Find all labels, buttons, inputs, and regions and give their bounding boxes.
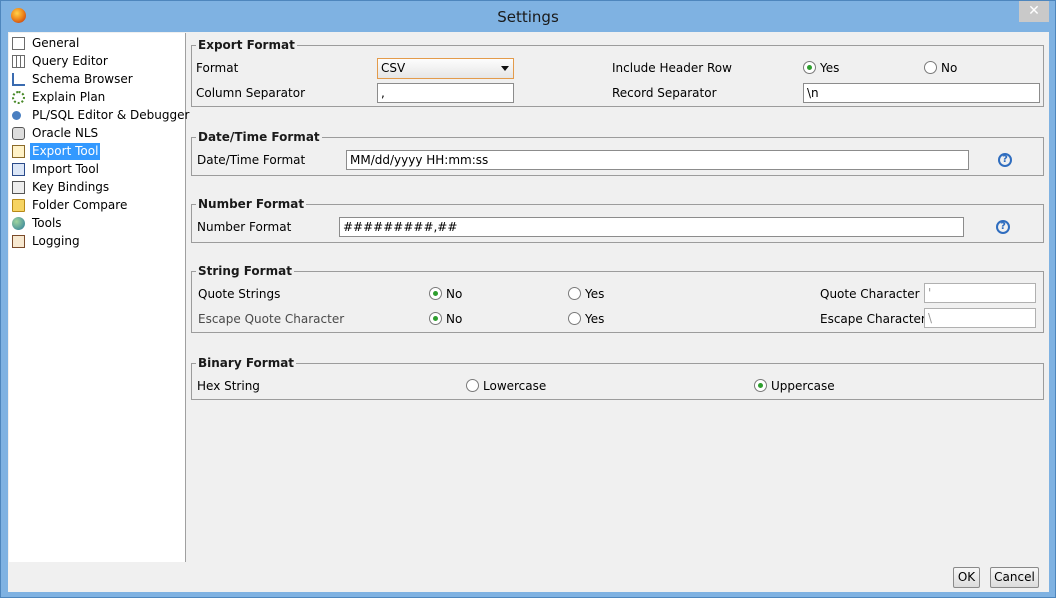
export-format-title: Export Format [196,38,297,52]
header-row-yes-radio[interactable] [803,61,816,74]
quote-strings-yes-label: Yes [585,287,605,301]
format-select[interactable]: CSV [377,58,514,79]
hex-uppercase-label: Uppercase [771,379,835,393]
quote-character-label: Quote Character [820,287,920,301]
escape-character-input[interactable]: \ [924,308,1036,328]
format-label: Format [196,61,239,75]
binary-format-title: Binary Format [196,356,297,370]
column-separator-label: Column Separator [196,86,306,100]
escape-quote-no-radio[interactable] [429,312,442,325]
quote-strings-label: Quote Strings [198,287,281,301]
number-format-input[interactable]: #########,## [339,217,964,237]
quote-strings-no-radio[interactable] [429,287,442,300]
datetime-format-label: Date/Time Format [197,153,306,167]
escape-quote-no-label: No [446,312,463,326]
format-selected-value: CSV [381,61,406,75]
datetime-format-title: Date/Time Format [196,130,322,144]
folder-compare-icon [12,199,25,212]
export-format-group: Export Format Format CSV Include Header … [191,38,1044,107]
chevron-down-icon [501,66,509,71]
number-help-icon[interactable]: ? [996,220,1010,234]
header-row-no-radio[interactable] [924,61,937,74]
number-format-label: Number Format [197,220,292,234]
close-button[interactable]: ✕ [1019,1,1049,22]
dialog-body: General Query Editor Schema Browser Expl… [8,32,1049,592]
import-tool-icon [12,163,25,176]
datetime-format-input[interactable]: MM/dd/yyyy HH:mm:ss [346,150,969,170]
column-separator-input[interactable]: , [377,83,514,103]
string-format-title: String Format [196,264,294,278]
include-header-row-label: Include Header Row [612,61,732,75]
string-format-group: String Format Quote Strings No Yes Quote… [191,264,1044,333]
hex-string-label: Hex String [197,379,260,393]
export-tool-settings-panel: Export Format Format CSV Include Header … [186,32,1049,562]
hex-lowercase-label: Lowercase [483,379,547,393]
logging-icon [12,235,25,248]
quote-character-input[interactable]: ' [924,283,1036,303]
record-separator-label: Record Separator [612,86,717,100]
general-icon [12,37,25,50]
debugger-icon [12,111,21,120]
datetime-help-icon[interactable]: ? [998,153,1012,167]
binary-format-group: Binary Format Hex String Lowercase Upper… [191,356,1044,400]
escape-character-label: Escape Character [820,312,926,326]
quote-strings-no-label: No [446,287,463,301]
query-editor-icon [12,55,25,68]
ok-button[interactable]: OK [953,567,980,588]
header-row-no-label: No [941,61,958,75]
title-bar[interactable]: Settings ✕ [1,1,1055,32]
schema-browser-icon [12,73,25,86]
escape-quote-yes-label: Yes [585,312,605,326]
hex-lowercase-radio[interactable] [466,379,479,392]
explain-plan-icon [12,91,25,104]
escape-quote-character-label: Escape Quote Character [198,312,345,326]
settings-nav-tree: General Query Editor Schema Browser Expl… [9,33,189,562]
window-title: Settings [497,8,559,26]
cancel-button[interactable]: Cancel [990,567,1039,588]
record-separator-input[interactable]: \n [803,83,1040,103]
datetime-format-group: Date/Time Format Date/Time Format MM/dd/… [191,130,1044,176]
hex-uppercase-radio[interactable] [754,379,767,392]
export-tool-icon [12,145,25,158]
number-format-title: Number Format [196,197,307,211]
escape-quote-yes-radio[interactable] [568,312,581,325]
settings-window: Settings ✕ General Query Editor Schema B… [0,0,1056,598]
tools-icon [12,217,25,230]
quote-strings-yes-radio[interactable] [568,287,581,300]
header-row-yes-label: Yes [820,61,840,75]
key-bindings-icon [12,181,25,194]
number-format-group: Number Format Number Format #########,##… [191,197,1044,243]
oracle-nls-icon [12,127,25,140]
